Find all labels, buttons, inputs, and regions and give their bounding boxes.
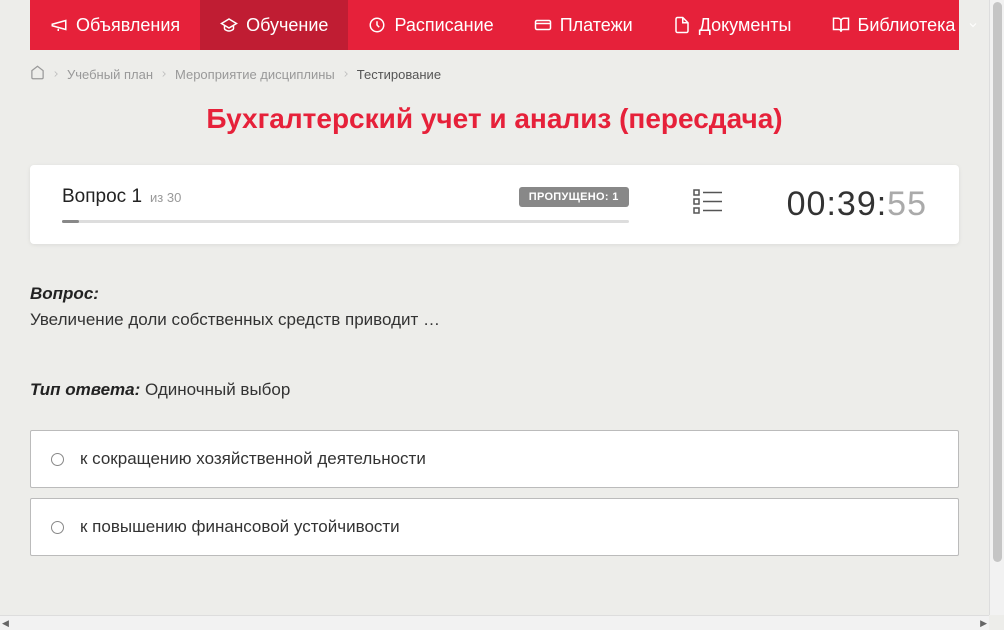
book-icon (832, 16, 850, 34)
grad-cap-icon (220, 16, 238, 34)
chevron-right-icon (341, 67, 351, 82)
nav-label: Обучение (246, 15, 328, 36)
progress-bar (62, 220, 629, 223)
clock-icon (368, 16, 386, 34)
doc-icon (673, 16, 691, 34)
answer-text: к повышению финансовой устойчивости (80, 517, 400, 537)
nav-label: Платежи (560, 15, 633, 36)
answer-option[interactable]: к сокращению хозяйственной деятельности (30, 430, 959, 488)
chevron-right-icon (51, 67, 61, 82)
answer-option[interactable]: к повышению финансовой устойчивости (30, 498, 959, 556)
timer: 00:39:55 (787, 185, 927, 224)
megaphone-icon (50, 16, 68, 34)
progress-fill (62, 220, 79, 223)
home-icon[interactable] (30, 65, 45, 83)
question-bar: Вопрос 1 из 30 ПРОПУЩЕНО: 1 00:39:55 (30, 165, 959, 244)
skipped-badge: ПРОПУЩЕНО: 1 (519, 187, 629, 207)
breadcrumb: Учебный план Мероприятие дисциплины Тест… (0, 50, 989, 93)
radio-icon[interactable] (51, 521, 64, 534)
nav-schedule[interactable]: Расписание (348, 0, 513, 50)
question-total: из 30 (150, 190, 181, 205)
chevron-down-icon (967, 15, 979, 36)
scroll-thumb[interactable] (993, 2, 1002, 562)
scrollbar-vertical[interactable] (989, 0, 1004, 615)
question-number: Вопрос 1 (62, 186, 142, 208)
answer-type-label: Тип ответа: (30, 380, 140, 399)
chevron-right-icon (159, 67, 169, 82)
answer-type-value-text: Одиночный выбор (145, 380, 290, 399)
page-title: Бухгалтерский учет и анализ (пересдача) (0, 103, 989, 135)
question-text: Увеличение доли собственных средств прив… (30, 310, 959, 330)
answer-list: к сокращению хозяйственной деятельности … (0, 420, 989, 596)
nav-label: Документы (699, 15, 792, 36)
nav-education[interactable]: Обучение (200, 0, 348, 50)
nav-library[interactable]: Библиотека (812, 0, 1000, 50)
scroll-right-icon[interactable]: ▶ (980, 618, 987, 629)
nav-documents[interactable]: Документы (653, 0, 812, 50)
nav-label: Расписание (394, 15, 493, 36)
radio-icon[interactable] (51, 453, 64, 466)
breadcrumb-current: Тестирование (357, 67, 441, 82)
timer-main: 00:39: (787, 185, 888, 223)
scrollbar-horizontal[interactable]: ◀ ▶ (0, 615, 989, 630)
breadcrumb-link[interactable]: Мероприятие дисциплины (175, 67, 335, 82)
timer-seconds: 55 (887, 185, 927, 223)
answer-text: к сокращению хозяйственной деятельности (80, 449, 426, 469)
nav-label: Объявления (76, 15, 180, 36)
nav-announcements[interactable]: Объявления (30, 0, 200, 50)
card-icon (534, 16, 552, 34)
question-label: Вопрос: (30, 284, 959, 304)
breadcrumb-link[interactable]: Учебный план (67, 67, 153, 82)
nav-label: Библиотека (858, 15, 956, 36)
navbar: Объявления Обучение Расписание Платежи (30, 0, 959, 50)
question-list-button[interactable] (693, 189, 723, 220)
nav-payments[interactable]: Платежи (514, 0, 653, 50)
scroll-left-icon[interactable]: ◀ (2, 618, 9, 629)
